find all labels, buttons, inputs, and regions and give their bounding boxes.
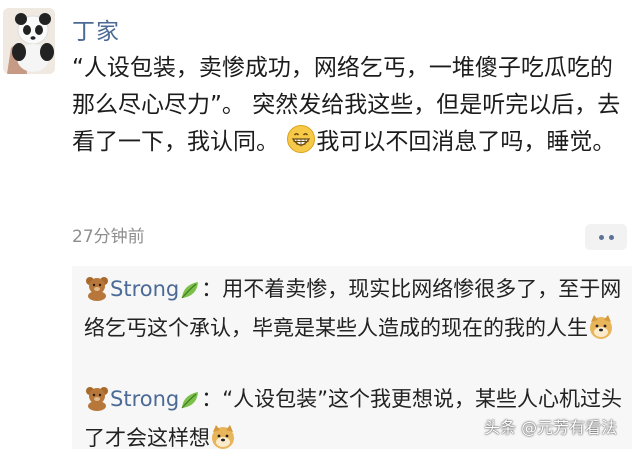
teddy-bear-icon — [84, 275, 110, 311]
comment-separator: ： — [201, 387, 223, 411]
more-dot-icon — [608, 234, 614, 240]
panda-avatar-icon — [3, 8, 55, 74]
leaf-icon — [179, 387, 201, 421]
avatar[interactable] — [3, 8, 55, 74]
comment-username[interactable]: Strong — [110, 387, 179, 411]
comment-separator: ： — [201, 277, 223, 301]
post-body: “人设包装，卖惨成功，网络乞丐，一堆傻子吃瓜吃的那么尽心尽力”。 突然发给我这些… — [72, 50, 632, 161]
more-dot-icon — [598, 234, 604, 240]
watermark: 头条 @元芳有看法 — [484, 418, 618, 437]
post-timestamp: 27分钟前 — [72, 227, 145, 247]
grin-face-icon — [286, 124, 316, 154]
comment-item: Strong ：用不着卖惨，现实比网络惨很多了，至于网络乞丐这个承认，毕竟是某些… — [84, 272, 624, 350]
post-author-name[interactable]: 丁家 — [72, 12, 120, 46]
doge-icon — [210, 424, 236, 460]
comment-username[interactable]: Strong — [110, 277, 179, 301]
leaf-icon — [179, 277, 201, 311]
doge-icon — [588, 314, 614, 350]
more-options-button[interactable] — [585, 224, 627, 250]
teddy-bear-icon — [84, 385, 110, 421]
post-body-text-end: 我可以不回消息了吗，睡觉。 — [316, 129, 616, 155]
